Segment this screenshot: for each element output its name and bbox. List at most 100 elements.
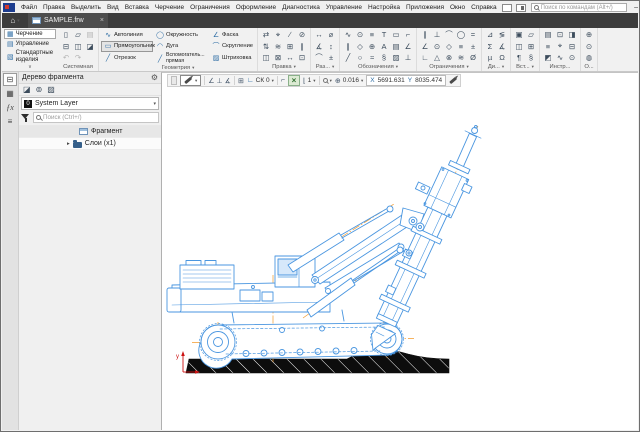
toolbar-icon[interactable]: ⊟ <box>60 41 72 53</box>
segment-button[interactable]: ╱Отрезок <box>101 52 153 64</box>
expander-icon[interactable]: ▸ <box>67 141 70 147</box>
chevron-down-icon[interactable]: ▾ <box>502 64 504 70</box>
autoline-button[interactable]: ∿Автолиния <box>101 29 153 41</box>
corner-icon[interactable]: ⌐ <box>281 77 285 84</box>
toolbar-icon[interactable]: ◯ <box>455 29 467 41</box>
chevron-down-icon[interactable]: ▾ <box>332 64 334 70</box>
filter-icon[interactable] <box>21 113 30 122</box>
command-search-input[interactable]: Поиск по командам (Alt+/) <box>531 3 627 12</box>
toolbar-icon[interactable]: ⊥ <box>431 29 443 41</box>
toolbar-icon[interactable]: Ø <box>467 52 479 64</box>
menu-item[interactable]: Настройка <box>365 4 403 11</box>
app-logo-icon[interactable] <box>3 3 15 12</box>
toolbar-icon[interactable]: ⊘ <box>296 29 308 41</box>
toolbar-icon[interactable]: ∠ <box>402 41 414 53</box>
toolbar-icon[interactable] <box>84 52 96 64</box>
toolbar-icon[interactable]: ⊞ <box>525 41 537 53</box>
rectangle-button[interactable]: ▭Прямоугольник <box>101 41 153 53</box>
toolbar-icon[interactable]: ◪ <box>84 41 96 53</box>
toolbar-icon[interactable]: § <box>378 52 390 64</box>
snap-icon[interactable]: ⊥ <box>217 77 223 85</box>
toolbar-icon[interactable]: T <box>378 29 390 41</box>
toolbar-icon[interactable]: ⌒ <box>313 52 325 64</box>
zoom-tool-button[interactable]: ▾ <box>323 78 332 84</box>
menu-item[interactable]: Файл <box>18 4 40 11</box>
menu-item[interactable]: Вид <box>104 4 122 11</box>
toolbar-icon[interactable]: ⊕ <box>366 41 378 53</box>
menu-item[interactable]: Диагностика <box>279 4 323 11</box>
toolbar-icon[interactable]: ≋ <box>455 52 467 64</box>
toolbar-icon[interactable]: ∡ <box>496 41 508 53</box>
toolbar-icon[interactable]: ⌖ <box>272 29 284 41</box>
layers-icon[interactable]: ⊚ <box>36 85 43 94</box>
tree-node-fragment[interactable]: Фрагмент <box>19 126 161 138</box>
toolbar-icon[interactable]: ∿ <box>342 29 354 41</box>
menu-panel-icon[interactable]: ≡ <box>3 115 17 128</box>
toolbar-grip[interactable] <box>171 76 177 85</box>
toolbar-icon[interactable]: ∡ <box>313 41 325 53</box>
toolbar-icon[interactable]: ≡ <box>366 29 378 41</box>
toolbar-icon[interactable]: ⌖ <box>554 41 566 53</box>
toolbar-icon[interactable]: Ω <box>496 52 508 64</box>
menu-item[interactable]: Выделить <box>68 4 104 11</box>
toolbar-icon[interactable]: ⊟ <box>566 41 578 53</box>
menu-item[interactable]: Справка <box>468 4 500 11</box>
toolbar-icon[interactable]: △ <box>431 52 443 64</box>
toolbar-icon[interactable]: ≡ <box>542 41 554 53</box>
toolbar-icon[interactable]: ↕ <box>325 41 337 53</box>
toolbar-icon[interactable]: ▤ <box>542 29 554 41</box>
toolbar-icon[interactable]: ◇ <box>354 41 366 53</box>
toolbar-icon[interactable]: ± <box>467 41 479 53</box>
toolbar-icon[interactable]: ◇ <box>443 41 455 53</box>
toolbar-icon[interactable]: ≶ <box>496 29 508 41</box>
layer-select[interactable]: ⌊ 1 ▾ <box>303 77 316 85</box>
toolbar-icon[interactable]: ⊡ <box>554 29 566 41</box>
arc-button[interactable]: ◠Дуга <box>153 41 209 53</box>
toolbar-icon[interactable]: ⊕ <box>583 29 595 41</box>
toolbar-icon[interactable]: ▨ <box>390 52 402 64</box>
toolbar-icon[interactable]: ↔ <box>284 52 296 64</box>
show-panels-icon[interactable] <box>502 4 512 12</box>
chamfer-button[interactable]: ∠Фаска <box>209 29 255 41</box>
tab-upravlenie[interactable]: ▤Управление <box>4 39 56 49</box>
image-icon[interactable]: ▨ <box>47 85 55 94</box>
chevron-down-icon[interactable]: ▾ <box>192 65 194 71</box>
variables-panel-icon[interactable]: ƒx <box>3 101 17 114</box>
menu-item[interactable]: Правка <box>40 4 68 11</box>
toolbar-icon[interactable]: ⊞ <box>284 41 296 53</box>
toolbar-icon[interactable]: § <box>525 52 537 64</box>
current-layer-select[interactable]: 0 System Layer ▾ <box>21 97 159 110</box>
toolbar-icon[interactable]: ▭ <box>390 29 402 41</box>
toolbar-icon[interactable]: ∥ <box>296 41 308 53</box>
home-menu-button[interactable]: ⌂ ▾ <box>2 13 28 28</box>
toolbar-icon[interactable]: A <box>378 41 390 53</box>
eyedropper-icon[interactable] <box>449 77 457 84</box>
chevron-down-icon[interactable]: ▾ <box>396 64 398 70</box>
snap-icon[interactable]: ∠ <box>208 77 214 85</box>
toolbar-icon[interactable]: ◫ <box>72 41 84 53</box>
tree-panel-icon[interactable]: ⊟ <box>3 73 17 86</box>
document-tab[interactable]: SAMPLE.frw × <box>28 13 108 28</box>
toolbar-icon[interactable]: ◍ <box>583 52 595 64</box>
drawing-area[interactable]: ▾ ∠⊥∡ ⊞ ∟ СК 0 ▾ ⌐ × ⌊ 1 ▾ ▾ <box>161 72 638 430</box>
hatch-button[interactable]: ▨Штриховка <box>209 52 255 64</box>
toolbar-icon[interactable]: µ <box>484 52 496 64</box>
menu-item[interactable]: Оформление <box>233 4 279 11</box>
toolbar-icon[interactable]: ↔ <box>313 29 325 41</box>
toolbar-icon[interactable]: ▯ <box>60 29 72 41</box>
chevron-down-icon[interactable]: ▾ <box>532 64 534 70</box>
toolbar-icon[interactable]: ≡ <box>455 41 467 53</box>
tree-node-layers[interactable]: ▸ Слои (x1) <box>19 138 161 150</box>
toolbar-icon[interactable]: ⊿ <box>484 29 496 41</box>
parameters-panel-icon[interactable]: ▦ <box>3 87 17 100</box>
menu-item[interactable]: Приложения <box>403 4 447 11</box>
drawing-canvas[interactable]: y <box>162 81 640 432</box>
brush-icon[interactable]: ◪ <box>23 85 31 94</box>
tab-cherchenie[interactable]: ▦Черчение <box>4 29 56 39</box>
toolbar-icon[interactable]: ↷ <box>72 52 84 64</box>
menu-item[interactable]: Вставка <box>122 4 152 11</box>
toolbar-icon[interactable]: = <box>467 29 479 41</box>
toolbar-icon[interactable]: ≋ <box>272 41 284 53</box>
toolbar-icon[interactable]: ↶ <box>60 52 72 64</box>
toolbar-icon[interactable]: ⊡ <box>296 52 308 64</box>
